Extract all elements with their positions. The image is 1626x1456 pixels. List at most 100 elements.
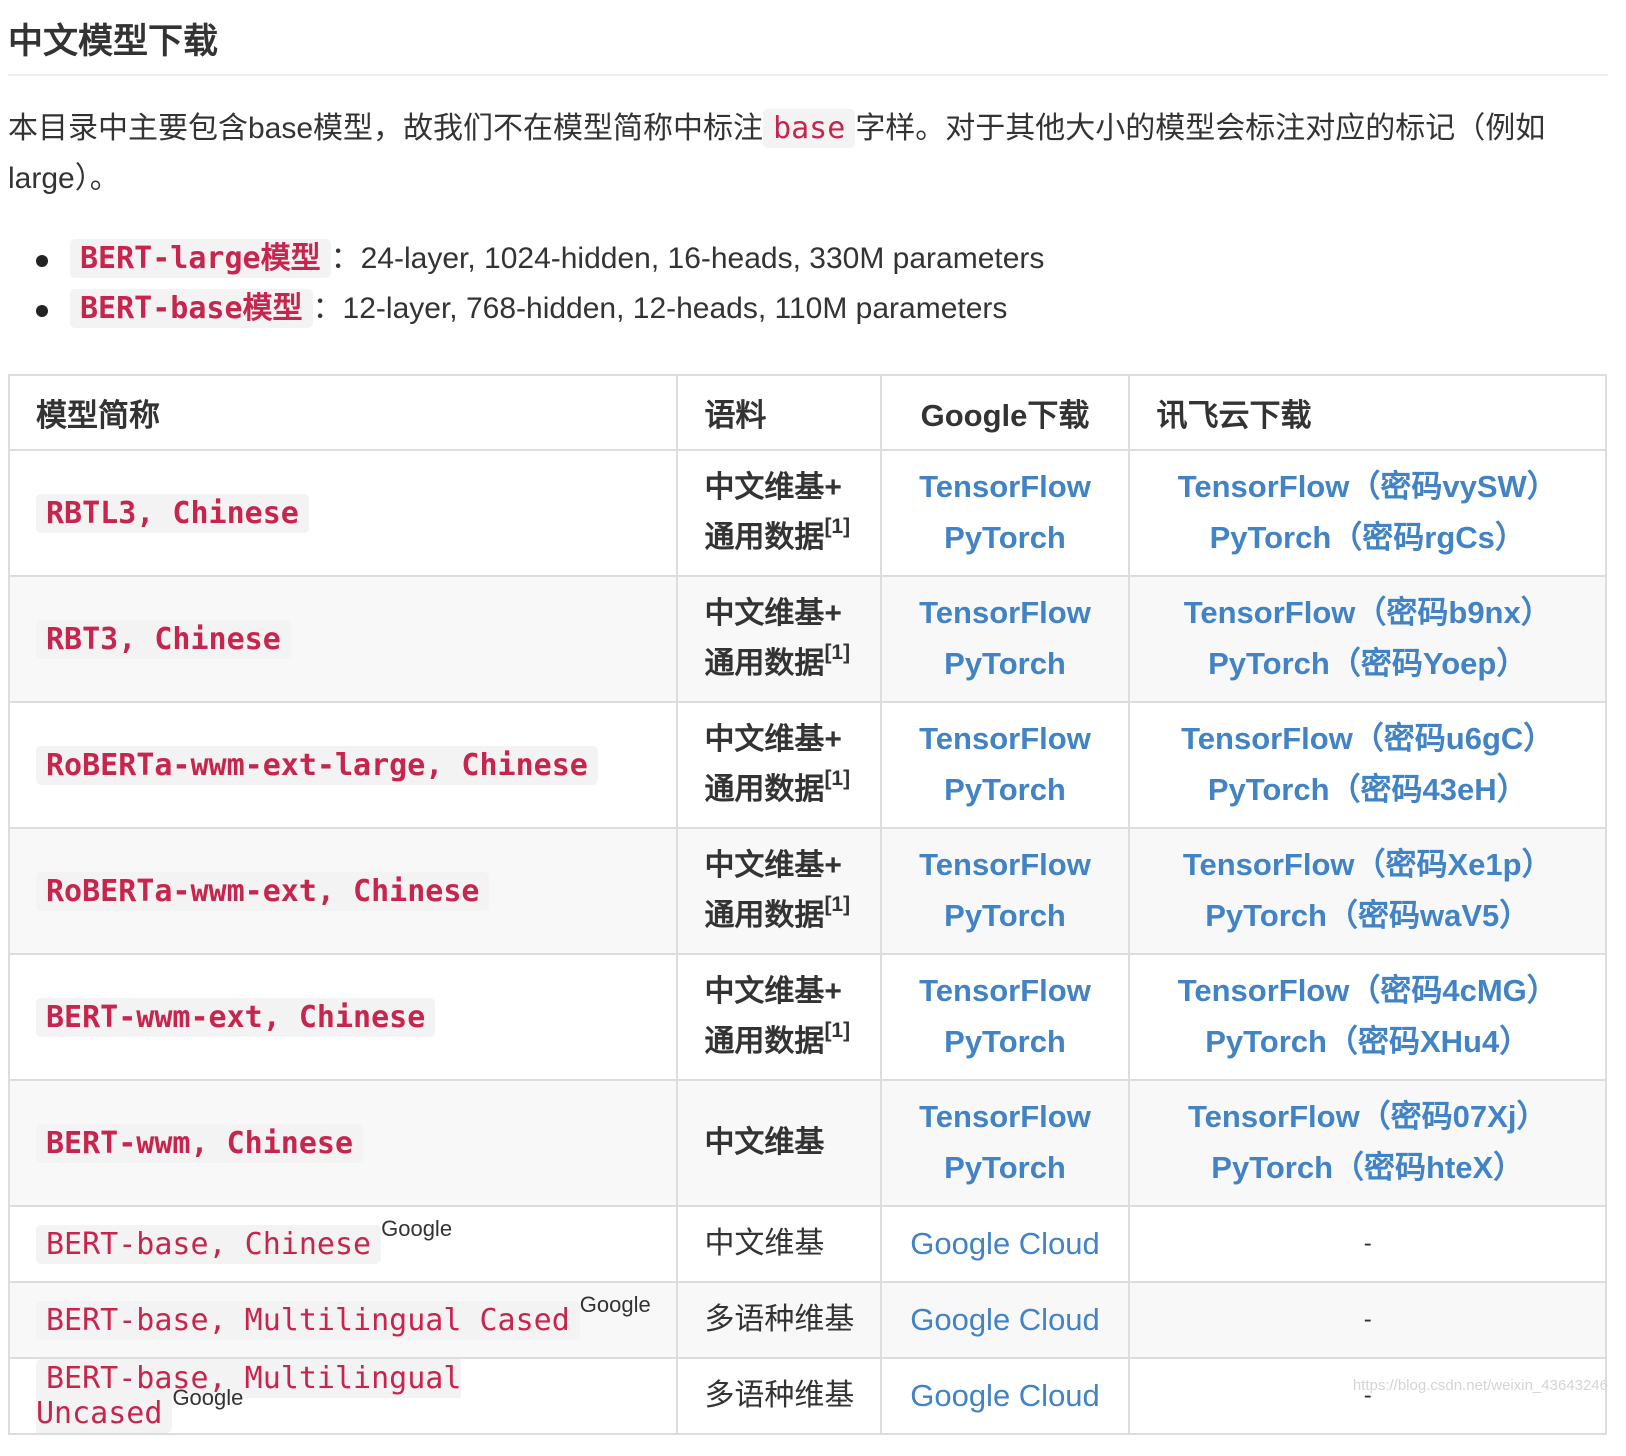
xunfei-tensorflow-link[interactable]: TensorFlow（密码Xe1p）: [1183, 847, 1553, 882]
corpus-line: 通用数据: [704, 521, 825, 554]
xunfei-pytorch-link[interactable]: PyTorch（密码hteX）: [1211, 1150, 1524, 1185]
list-item: BERT-base模型 ：12-layer, 768-hidden, 12-hea…: [8, 284, 1608, 334]
google-marker: Google: [172, 1385, 244, 1410]
xunfei-tensorflow-link[interactable]: TensorFlow（密码07Xj）: [1188, 1099, 1547, 1134]
xunfei-pytorch-link[interactable]: PyTorch（密码waV5）: [1205, 898, 1530, 933]
cell-model-name: BERT-base, Multilingual Uncased Google: [7, 1357, 679, 1435]
google-tensorflow-link[interactable]: TensorFlow: [919, 1099, 1091, 1134]
inline-code-base: base: [763, 109, 856, 148]
cell-model-name: RBT3, Chinese: [7, 575, 679, 703]
cell-google: TensorFlow PyTorch: [879, 827, 1131, 955]
table-row: BERT-base, Multilingual Cased Google 多语种维…: [7, 1281, 1607, 1359]
corpus-line: 通用数据: [704, 1025, 825, 1058]
cell-corpus: 中文维基+ 通用数据[1]: [676, 827, 882, 955]
table-row: BERT-base, Chinese Google 中文维基 Google Clo…: [7, 1205, 1607, 1283]
corpus-line: 中文维基+: [704, 597, 842, 630]
google-pytorch-link[interactable]: PyTorch: [944, 1024, 1066, 1059]
google-tensorflow-link[interactable]: TensorFlow: [919, 721, 1091, 756]
cell-xunfei: TensorFlow（密码4cMG） PyTorch（密码XHu4）: [1128, 953, 1607, 1081]
cell-corpus: 多语种维基: [676, 1281, 882, 1359]
cell-corpus: 中文维基+ 通用数据[1]: [676, 449, 882, 577]
google-cloud-link[interactable]: Google Cloud: [910, 1302, 1100, 1337]
cell-google: TensorFlow PyTorch: [879, 575, 1131, 703]
list-item: BERT-large模型 ：24-layer, 1024-hidden, 16-h…: [8, 234, 1608, 284]
cell-corpus: 中文维基: [676, 1079, 882, 1207]
google-cloud-link[interactable]: Google Cloud: [910, 1226, 1100, 1261]
cell-model-name: BERT-base, Chinese Google: [7, 1205, 679, 1283]
model-size-desc: ：12-layer, 768-hidden, 12-heads, 110M pa…: [312, 292, 1008, 325]
corpus-line: 多语种维基: [704, 1379, 855, 1412]
google-pytorch-link[interactable]: PyTorch: [944, 1150, 1066, 1185]
xunfei-tensorflow-link[interactable]: TensorFlow（密码u6gC）: [1181, 721, 1554, 756]
corpus-line: 中文维基+: [704, 723, 842, 756]
xunfei-tensorflow-link[interactable]: TensorFlow（密码b9nx）: [1184, 595, 1552, 630]
google-tensorflow-link[interactable]: TensorFlow: [919, 973, 1091, 1008]
cell-google: Google Cloud: [879, 1357, 1131, 1435]
footnote-ref[interactable]: [1]: [824, 515, 850, 538]
table-row: RoBERTa-wwm-ext-large, Chinese 中文维基+ 通用数据…: [7, 701, 1607, 829]
table-row: BERT-base, Multilingual Uncased Google 多语…: [7, 1357, 1607, 1435]
google-tensorflow-link[interactable]: TensorFlow: [919, 469, 1091, 504]
table-row: RBTL3, Chinese 中文维基+ 通用数据[1] TensorFlow Py…: [7, 449, 1607, 577]
model-name-code: BERT-base, Chinese: [36, 1224, 382, 1264]
model-size-list: BERT-large模型 ：24-layer, 1024-hidden, 16-h…: [8, 234, 1608, 334]
google-tensorflow-link[interactable]: TensorFlow: [919, 847, 1091, 882]
xunfei-tensorflow-link[interactable]: TensorFlow（密码4cMG）: [1178, 973, 1558, 1008]
model-name-code: BERT-base, Multilingual Uncased: [36, 1359, 462, 1433]
cell-corpus: 多语种维基: [676, 1357, 882, 1435]
corpus-line: 中文维基+: [704, 975, 842, 1008]
footnote-ref[interactable]: [1]: [824, 767, 850, 790]
model-name-code: RoBERTa-wwm-ext-large, Chinese: [36, 745, 598, 785]
cell-model-name: RoBERTa-wwm-ext-large, Chinese: [7, 701, 679, 829]
cell-model-name: BERT-wwm, Chinese: [7, 1079, 679, 1207]
xunfei-pytorch-link[interactable]: PyTorch（密码43eH）: [1208, 772, 1528, 807]
cell-google: TensorFlow PyTorch: [879, 701, 1131, 829]
xunfei-pytorch-link[interactable]: PyTorch（密码XHu4）: [1205, 1024, 1530, 1059]
intro-paragraph: 本目录中主要包含base模型，故我们不在模型简称中标注 base 字样。对于其他大小…: [8, 104, 1608, 204]
corpus-line: 多语种维基: [704, 1303, 855, 1336]
xunfei-pytorch-link[interactable]: PyTorch（密码Yoep）: [1208, 646, 1527, 681]
google-pytorch-link[interactable]: PyTorch: [944, 646, 1066, 681]
model-name-code: BERT-wwm, Chinese: [36, 1123, 364, 1163]
cell-xunfei: -: [1128, 1205, 1607, 1283]
cell-model-name: RBTL3, Chinese: [7, 449, 679, 577]
bullet-icon: [36, 255, 48, 267]
google-pytorch-link[interactable]: PyTorch: [944, 772, 1066, 807]
xunfei-tensorflow-link[interactable]: TensorFlow（密码vySW）: [1178, 469, 1558, 504]
header-google-download: Google下载: [879, 374, 1131, 451]
cell-xunfei: TensorFlow（密码Xe1p） PyTorch（密码waV5）: [1128, 827, 1607, 955]
footnote-ref[interactable]: [1]: [824, 1019, 850, 1042]
cell-corpus: 中文维基+ 通用数据[1]: [676, 953, 882, 1081]
table-row: RoBERTa-wwm-ext, Chinese 中文维基+ 通用数据[1] Te…: [7, 827, 1607, 955]
cell-xunfei: TensorFlow（密码u6gC） PyTorch（密码43eH）: [1128, 701, 1607, 829]
header-model-name: 模型简称: [7, 374, 679, 451]
model-size-desc: ：24-layer, 1024-hidden, 16-heads, 330M p…: [330, 242, 1045, 275]
model-size-name: BERT-base模型: [70, 289, 313, 328]
footnote-ref[interactable]: [1]: [824, 893, 850, 916]
google-pytorch-link[interactable]: PyTorch: [944, 898, 1066, 933]
google-marker: Google: [579, 1291, 651, 1317]
intro-text-before: 本目录中主要包含base模型，故我们不在模型简称中标注: [8, 112, 764, 145]
corpus-line: 通用数据: [704, 773, 825, 806]
cell-google: TensorFlow PyTorch: [879, 1079, 1131, 1207]
section-heading: 中文模型下载: [8, 0, 1608, 76]
header-xunfei-download: 讯飞云下载: [1128, 374, 1607, 451]
table-row: RBT3, Chinese 中文维基+ 通用数据[1] TensorFlow PyT…: [7, 575, 1607, 703]
cell-corpus: 中文维基+ 通用数据[1]: [676, 575, 882, 703]
google-cloud-link[interactable]: Google Cloud: [910, 1378, 1100, 1413]
xunfei-pytorch-link[interactable]: PyTorch（密码rgCs）: [1210, 520, 1526, 555]
watermark: https://blog.csdn.net/weixin_43643246: [1352, 1377, 1608, 1394]
cell-google: TensorFlow PyTorch: [879, 449, 1131, 577]
google-pytorch-link[interactable]: PyTorch: [944, 520, 1066, 555]
footnote-ref[interactable]: [1]: [824, 641, 850, 664]
table-row: BERT-wwm-ext, Chinese 中文维基+ 通用数据[1] Tenso…: [7, 953, 1607, 1081]
cell-google: TensorFlow PyTorch: [879, 953, 1131, 1081]
model-name-code: RBTL3, Chinese: [36, 493, 309, 533]
cell-model-name: RoBERTa-wwm-ext, Chinese: [7, 827, 679, 955]
corpus-line: 通用数据: [704, 647, 825, 680]
google-tensorflow-link[interactable]: TensorFlow: [919, 595, 1091, 630]
bullet-icon: [36, 305, 48, 317]
corpus-line: 中文维基+: [704, 471, 842, 504]
cell-model-name: BERT-wwm-ext, Chinese: [7, 953, 679, 1081]
cell-xunfei: -: [1128, 1281, 1607, 1359]
